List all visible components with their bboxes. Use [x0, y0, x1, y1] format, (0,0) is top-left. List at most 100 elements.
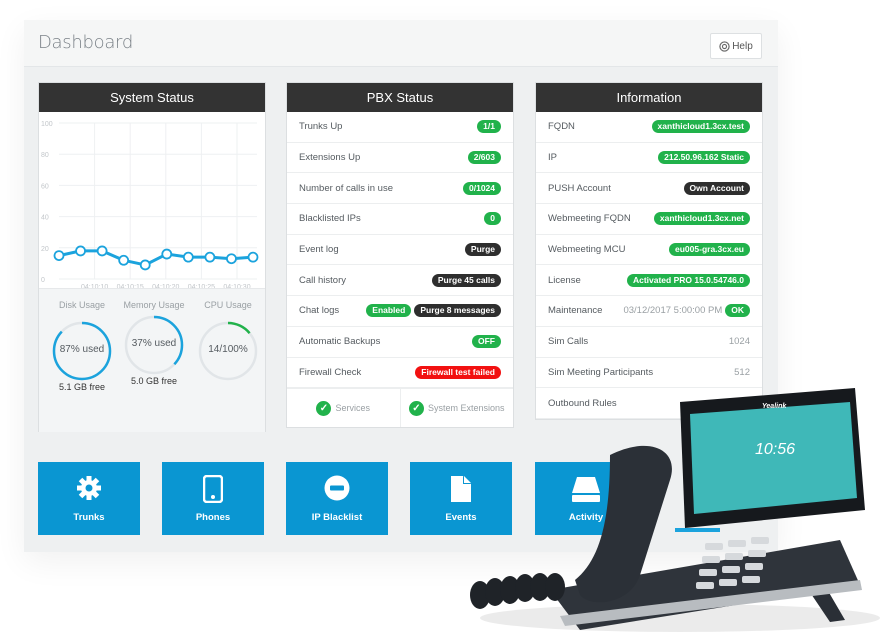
y-tick-label: 40 [41, 215, 49, 222]
row-value: 0 [484, 212, 501, 226]
gauge-label: Memory Usage [123, 300, 185, 310]
help-label: Help [732, 40, 753, 52]
gear-icon [77, 476, 101, 500]
tile-label: Trunks [73, 512, 105, 523]
row-label: Extensions Up [299, 152, 361, 164]
row-value: Activated PRO 15.0.54746.0 [626, 273, 750, 287]
phone-brand: Yealink [762, 403, 787, 410]
information-row: PUSH Account Own Account [536, 173, 762, 205]
help-button[interactable]: Help [710, 33, 762, 59]
disk-usage-gauge: Disk Usage 87% used 5.1 GB free [47, 299, 117, 392]
status-badge: xanthicloud1.3cx.net [653, 212, 750, 226]
pbx_status-row: Automatic Backups OFF [287, 327, 513, 358]
data-point [247, 251, 259, 263]
row-value: xanthicloud1.3cx.test [651, 120, 750, 134]
row-value: Own Account [683, 181, 750, 195]
gauge-free: 5.1 GB free [58, 382, 106, 392]
row-plain-value: 1024 [728, 336, 750, 348]
row-plain-value: 512 [734, 366, 750, 378]
pbx_status-row: Call history Purge 45 calls [287, 265, 513, 297]
y-tick-label: 60 [41, 183, 49, 190]
information-panel: Information FQDN xanthicloud1.3cx.test IP 2… [535, 82, 763, 420]
gauge-label: CPU Usage [204, 300, 252, 310]
row-label: Webmeeting MCU [548, 244, 626, 256]
information-row: License Activated PRO 15.0.54746.0 [536, 265, 762, 297]
pbx_status-row: Number of calls in use 0/1024 [287, 173, 513, 205]
pbx_status-row: Chat logs Enabled Purge 8 messages [287, 296, 513, 327]
data-point [118, 254, 130, 266]
information-list: FQDN xanthicloud1.3cx.test IP 212.50.96.162… [536, 112, 762, 419]
row-label: Chat logs [299, 305, 340, 317]
y-tick-label: 100 [41, 121, 53, 128]
pbx_status-row: Event log Purge [287, 235, 513, 266]
series-line [58, 249, 254, 267]
y-tick-label: 20 [41, 246, 49, 253]
row-value: 212.50.96.162 Static [658, 151, 750, 165]
information-title: Information [536, 83, 762, 112]
action-badge[interactable]: Purge [464, 243, 501, 257]
tile-trunks[interactable]: Trunks [38, 462, 140, 535]
data-point [75, 245, 86, 257]
row-label: PUSH Account [548, 182, 611, 194]
services-label: Services [335, 403, 370, 413]
action-badge[interactable]: Own Account [683, 181, 750, 195]
status-badge: 1/1 [477, 120, 501, 134]
data-point [139, 259, 151, 271]
row-value: 1/1 [477, 120, 501, 134]
information-row: FQDN xanthicloud1.3cx.test [536, 112, 762, 143]
data-point [96, 245, 108, 257]
row-value: 512 [734, 367, 750, 378]
tile-ip-blacklist[interactable]: IP Blacklist [286, 462, 388, 535]
status-badge: 0 [484, 212, 501, 226]
row-value: Purge [464, 243, 501, 257]
pbx_status-row: Blacklisted IPs 0 [287, 204, 513, 235]
gauge-value: 14/100% [208, 344, 248, 355]
lifebuoy-icon [719, 40, 730, 52]
gauge-free: 5.0 GB free [130, 376, 178, 386]
tile-label: Phones [195, 512, 231, 523]
row-label: Firewall Check [299, 366, 362, 378]
action-badge[interactable]: Purge 45 calls [431, 273, 501, 287]
status-badge: OFF [472, 335, 501, 349]
tile-phones[interactable]: Phones [162, 462, 264, 535]
status-badge: 0/1024 [463, 181, 501, 195]
row-value: 1024 [729, 336, 750, 347]
gauge-value: 37% used [131, 338, 177, 349]
row-label: IP [548, 152, 557, 164]
pbx_status-row: Trunks Up 1/1 [287, 112, 513, 143]
row-value: xanthicloud1.3cx.net [653, 212, 750, 226]
pbx_status-row: Extensions Up 2/603 [287, 143, 513, 174]
services-status[interactable]: ✓ Services [287, 389, 401, 427]
row-label: Trunks Up [299, 121, 343, 133]
information-row: Webmeeting MCU eu005-gra.3cx.eu [536, 235, 762, 266]
status-badge: 212.50.96.162 Static [658, 151, 750, 165]
check-icon: ✓ [408, 400, 424, 416]
desk-phone-image: 10:56 Yealink [470, 388, 880, 632]
phone-screen-time: 10:56 [755, 441, 795, 458]
usage-gauges: Disk Usage 87% used 5.1 GB free Memory U… [39, 288, 265, 432]
row-label: License [548, 274, 581, 286]
y-tick-label: 0 [41, 277, 45, 284]
data-point [182, 251, 194, 263]
status-badge: Activated PRO 15.0.54746.0 [626, 273, 750, 287]
information-row: IP 212.50.96.162 Static [536, 143, 762, 174]
row-label: Automatic Backups [299, 336, 381, 348]
data-point [161, 248, 173, 260]
row-label: Blacklisted IPs [299, 213, 361, 225]
row-value: Firewall test failed [415, 365, 501, 379]
status-badge: xanthicloud1.3cx.test [651, 120, 750, 134]
status-badge: 2/603 [467, 151, 501, 165]
data-point [226, 253, 237, 265]
cpu-usage-gauge: CPU Usage 14/100% [193, 299, 263, 382]
gauge-label: Disk Usage [58, 300, 105, 310]
action-badge[interactable]: Purge 8 messages [414, 304, 501, 318]
check-icon: ✓ [316, 400, 332, 416]
row-label: Number of calls in use [299, 182, 393, 194]
pbx-status-list: Trunks Up 1/1 Extensions Up 2/603 Number of … [287, 112, 513, 389]
row-value: 0/1024 [463, 181, 501, 195]
system-status-panel: System Status 02040608010004:10:1004:10:… [38, 82, 266, 432]
status-badge: eu005-gra.3cx.eu [669, 243, 750, 257]
information-row: Maintenance 03/12/2017 5:00:00 PM OK [536, 296, 762, 327]
gauge-value: 87% used [59, 344, 105, 355]
data-point [204, 251, 216, 263]
